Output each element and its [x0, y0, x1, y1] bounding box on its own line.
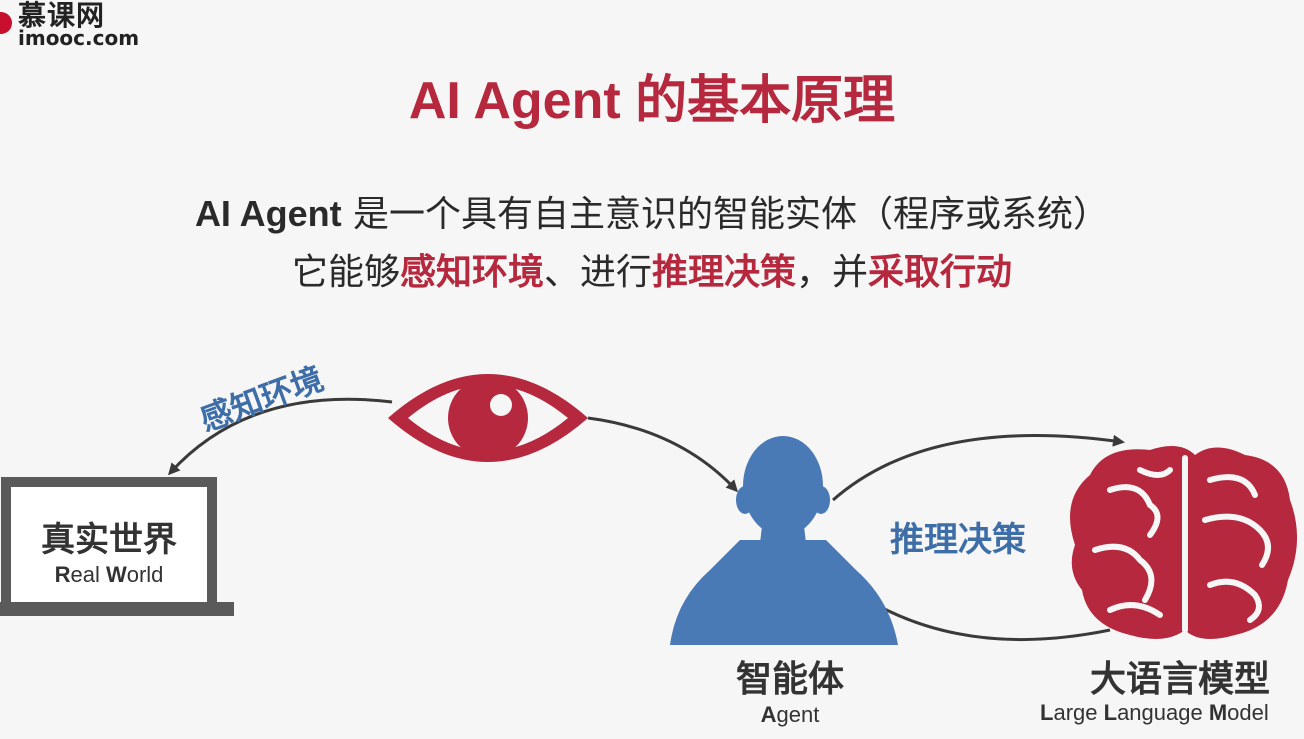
llm-text-1: arge	[1053, 700, 1104, 725]
llm-initial-l2: L	[1103, 700, 1118, 725]
reason-label: 推理决策	[890, 520, 1026, 560]
rw-initial-r: R	[54, 562, 71, 587]
llm-initial-m: M	[1208, 700, 1228, 725]
llm-label-en: Large Language Model	[1040, 700, 1304, 726]
rw-initial-w: W	[105, 562, 127, 587]
rw-text-1: eal	[70, 562, 106, 587]
llm-initial-l1: L	[1040, 700, 1054, 725]
person-icon	[670, 436, 898, 645]
llm-label-cn: 大语言模型	[1089, 659, 1270, 700]
llm-text-2: anguage	[1117, 700, 1209, 725]
agent-initial-a: A	[760, 702, 777, 727]
arrow-eye-to-agent	[587, 416, 739, 493]
agent-label-en: Agent	[690, 702, 890, 728]
slide: 慕课网 imooc.com AI Agent 的基本原理 AI Agent 是一…	[0, 0, 1304, 739]
eye-icon	[388, 374, 588, 462]
rw-text-2: orld	[126, 562, 164, 587]
agent-text: gent	[776, 702, 820, 727]
perceive-label: 感知环境	[195, 359, 328, 438]
diagram: 感知环境 推理决策	[0, 359, 1298, 645]
real-world-label-cn: 真实世界	[41, 520, 177, 560]
llm-text-3: odel	[1227, 700, 1269, 725]
agent-label-cn: 智能体	[735, 659, 844, 700]
brain-icon	[1070, 446, 1298, 639]
real-world-label-en: Real World	[14, 562, 204, 588]
